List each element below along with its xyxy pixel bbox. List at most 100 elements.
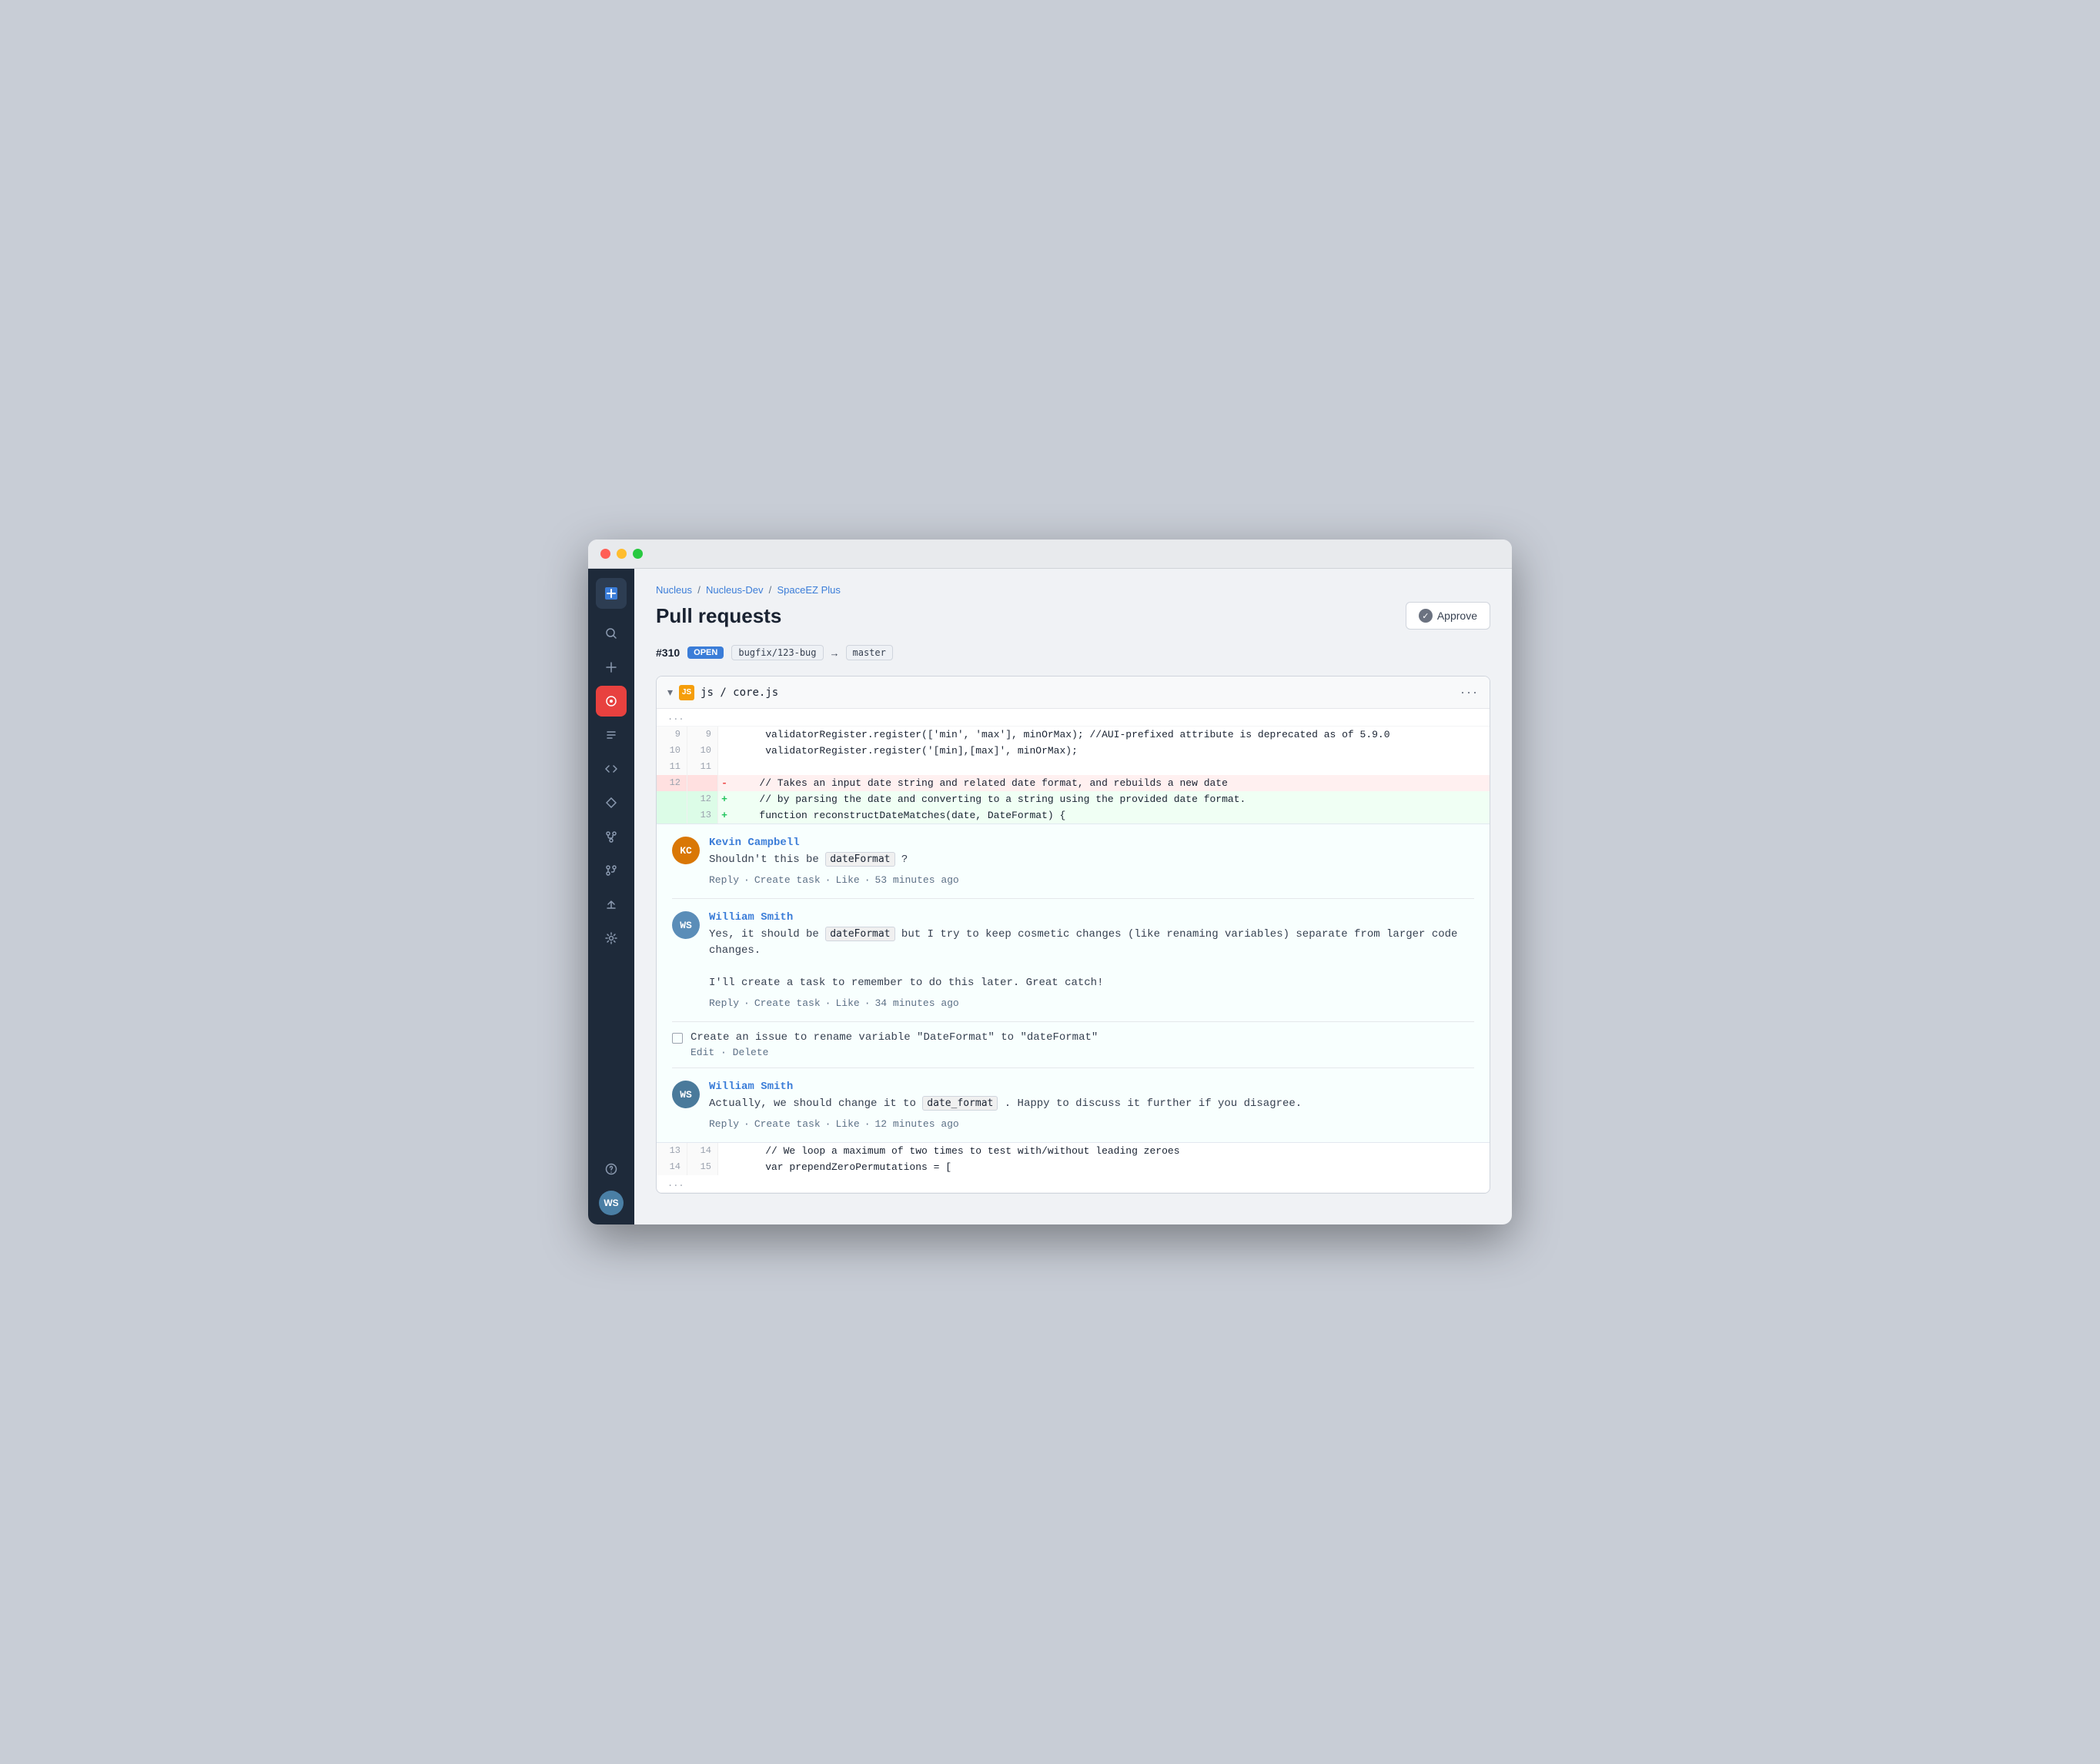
approve-label: Approve xyxy=(1437,610,1477,622)
user-avatar[interactable]: WS xyxy=(599,1191,624,1215)
sidebar-item-pullrequest[interactable] xyxy=(596,855,627,886)
william-2-code: date_format xyxy=(922,1096,998,1111)
william-1-text2: but I try to keep cosmetic changes (like… xyxy=(709,928,1457,957)
comment-william-1: WS William Smith Yes, it should be dateF… xyxy=(657,899,1490,1021)
comment-william-2-header: WS William Smith Actually, we should cha… xyxy=(672,1081,1474,1130)
app-layout: WS Nucleus / Nucleus-Dev / SpaceEZ Plus … xyxy=(588,569,1512,1224)
sidebar-item-logo[interactable] xyxy=(596,578,627,609)
task-edit[interactable]: Edit xyxy=(691,1047,714,1058)
william-2-text-after: . Happy to discuss it further if you dis… xyxy=(1005,1097,1302,1110)
code-line-13-add: 13 + function reconstructDateMatches(dat… xyxy=(657,807,1490,824)
code-line-9: 9 9 validatorRegister.register(['min', '… xyxy=(657,727,1490,743)
sidebar-item-help[interactable] xyxy=(596,1154,627,1184)
diff-marker-11 xyxy=(718,759,731,775)
sidebar-item-list[interactable] xyxy=(596,720,627,750)
sidebar-item-source[interactable] xyxy=(596,821,627,852)
approve-button[interactable]: ✓ Approve xyxy=(1406,602,1490,630)
line-content-12-del: // Takes an input date string and relate… xyxy=(731,775,1490,791)
kevin-create-task[interactable]: Create task xyxy=(754,874,821,886)
app-window: WS Nucleus / Nucleus-Dev / SpaceEZ Plus … xyxy=(588,540,1512,1224)
approve-check-icon: ✓ xyxy=(1419,609,1433,623)
maximize-button[interactable] xyxy=(633,549,643,559)
pr-meta: #310 OPEN bugfix/123-bug → master xyxy=(656,645,1490,660)
old-line-num-14: 14 xyxy=(657,1159,687,1175)
code-line-13-14: 13 14 // We loop a maximum of two times … xyxy=(657,1143,1490,1159)
william-1-text3: I'll create a task to remember to do thi… xyxy=(709,977,1103,989)
task-actions: Edit · Delete xyxy=(691,1047,1098,1058)
task-delete[interactable]: Delete xyxy=(733,1047,769,1058)
code-ellipsis-bottom: ... xyxy=(657,1175,1490,1193)
william-1-author[interactable]: William Smith xyxy=(709,911,1474,924)
william-2-like[interactable]: Like xyxy=(835,1118,859,1130)
line-content-12-add: // by parsing the date and converting to… xyxy=(731,791,1490,807)
new-line-num-15: 15 xyxy=(687,1159,718,1175)
diff-marker-9 xyxy=(718,727,731,743)
code-line-10: 10 10 validatorRegister.register('[min],… xyxy=(657,743,1490,759)
william-2-time: 12 minutes ago xyxy=(875,1118,959,1130)
diff-header: ▾ JS js / core.js ··· xyxy=(657,677,1490,709)
william-1-separator1: · xyxy=(744,997,750,1009)
breadcrumb-nucleus[interactable]: Nucleus xyxy=(656,584,692,596)
collapse-button[interactable]: ▾ xyxy=(667,686,673,699)
pr-status-badge: OPEN xyxy=(687,646,724,659)
line-numbers-13-14: 13 14 xyxy=(657,1143,718,1159)
william-2-author[interactable]: William Smith xyxy=(709,1081,1302,1093)
sidebar-item-code[interactable] xyxy=(596,753,627,784)
new-line-num-14: 14 xyxy=(687,1143,718,1159)
william-2-create-task[interactable]: Create task xyxy=(754,1118,821,1130)
kevin-inline-code: dateFormat xyxy=(825,852,895,867)
new-line-num-13-add: 13 xyxy=(687,807,718,824)
line-numbers-11: 11 11 xyxy=(657,759,718,775)
sidebar-item-settings[interactable] xyxy=(596,923,627,954)
william-1-like[interactable]: Like xyxy=(835,997,859,1009)
kevin-reply[interactable]: Reply xyxy=(709,874,739,886)
close-button[interactable] xyxy=(600,549,610,559)
kevin-text-after: ? xyxy=(901,854,908,866)
comment-william-2-content: William Smith Actually, we should change… xyxy=(709,1081,1302,1130)
breadcrumb-spaceez[interactable]: SpaceEZ Plus xyxy=(777,584,841,596)
kevin-text-before: Shouldn't this be xyxy=(709,854,819,866)
new-line-num-12-add: 12 xyxy=(687,791,718,807)
sidebar-item-deploy[interactable] xyxy=(596,889,627,920)
diff-marker-10 xyxy=(718,743,731,759)
target-branch: master xyxy=(846,645,893,660)
kevin-author[interactable]: Kevin Campbell xyxy=(709,837,959,849)
william-1-time: 34 minutes ago xyxy=(875,997,959,1009)
william-1-code: dateFormat xyxy=(825,927,895,941)
task-checkbox[interactable] xyxy=(672,1033,683,1044)
line-content-9: validatorRegister.register(['min', 'max'… xyxy=(731,727,1490,743)
william-2-reply[interactable]: Reply xyxy=(709,1118,739,1130)
william-2-separator3: · xyxy=(864,1118,871,1130)
comment-william-1-header: WS William Smith Yes, it should be dateF… xyxy=(672,911,1474,1009)
william-2-text-before: Actually, we should change it to xyxy=(709,1097,916,1110)
sidebar-item-create[interactable] xyxy=(596,652,627,683)
diff-marker-13-add: + xyxy=(718,807,731,824)
line-numbers-14-15: 14 15 xyxy=(657,1159,718,1175)
line-numbers-9: 9 9 xyxy=(657,727,718,743)
comment-kevin: KC Kevin Campbell Shouldn't this be date… xyxy=(657,824,1490,898)
old-line-num-12-del: 12 xyxy=(657,775,687,791)
sidebar-item-search[interactable] xyxy=(596,618,627,649)
minimize-button[interactable] xyxy=(617,549,627,559)
breadcrumb: Nucleus / Nucleus-Dev / SpaceEZ Plus xyxy=(656,584,1490,596)
source-branch: bugfix/123-bug xyxy=(731,645,823,660)
line-content-11 xyxy=(731,759,1490,775)
diff-header-left: ▾ JS js / core.js xyxy=(667,685,778,700)
old-line-num-13-add xyxy=(657,807,687,824)
kevin-like[interactable]: Like xyxy=(835,874,859,886)
william-1-reply[interactable]: Reply xyxy=(709,997,739,1009)
code-line-11: 11 11 xyxy=(657,759,1490,775)
old-line-num-13: 13 xyxy=(657,1143,687,1159)
file-type-icon: JS xyxy=(679,685,694,700)
william-1-create-task[interactable]: Create task xyxy=(754,997,821,1009)
kevin-time: 53 minutes ago xyxy=(875,874,959,886)
breadcrumb-nucleus-dev[interactable]: Nucleus-Dev xyxy=(706,584,763,596)
sidebar-item-diamond[interactable] xyxy=(596,787,627,818)
branch-arrow: → xyxy=(830,647,840,659)
sidebar-item-app[interactable] xyxy=(596,686,627,717)
william-1-avatar: WS xyxy=(672,911,700,939)
kevin-separator3: · xyxy=(864,874,871,886)
diff-marker-12-add: + xyxy=(718,791,731,807)
sidebar-bottom: WS xyxy=(596,1154,627,1215)
more-options-button[interactable]: ··· xyxy=(1460,684,1479,700)
